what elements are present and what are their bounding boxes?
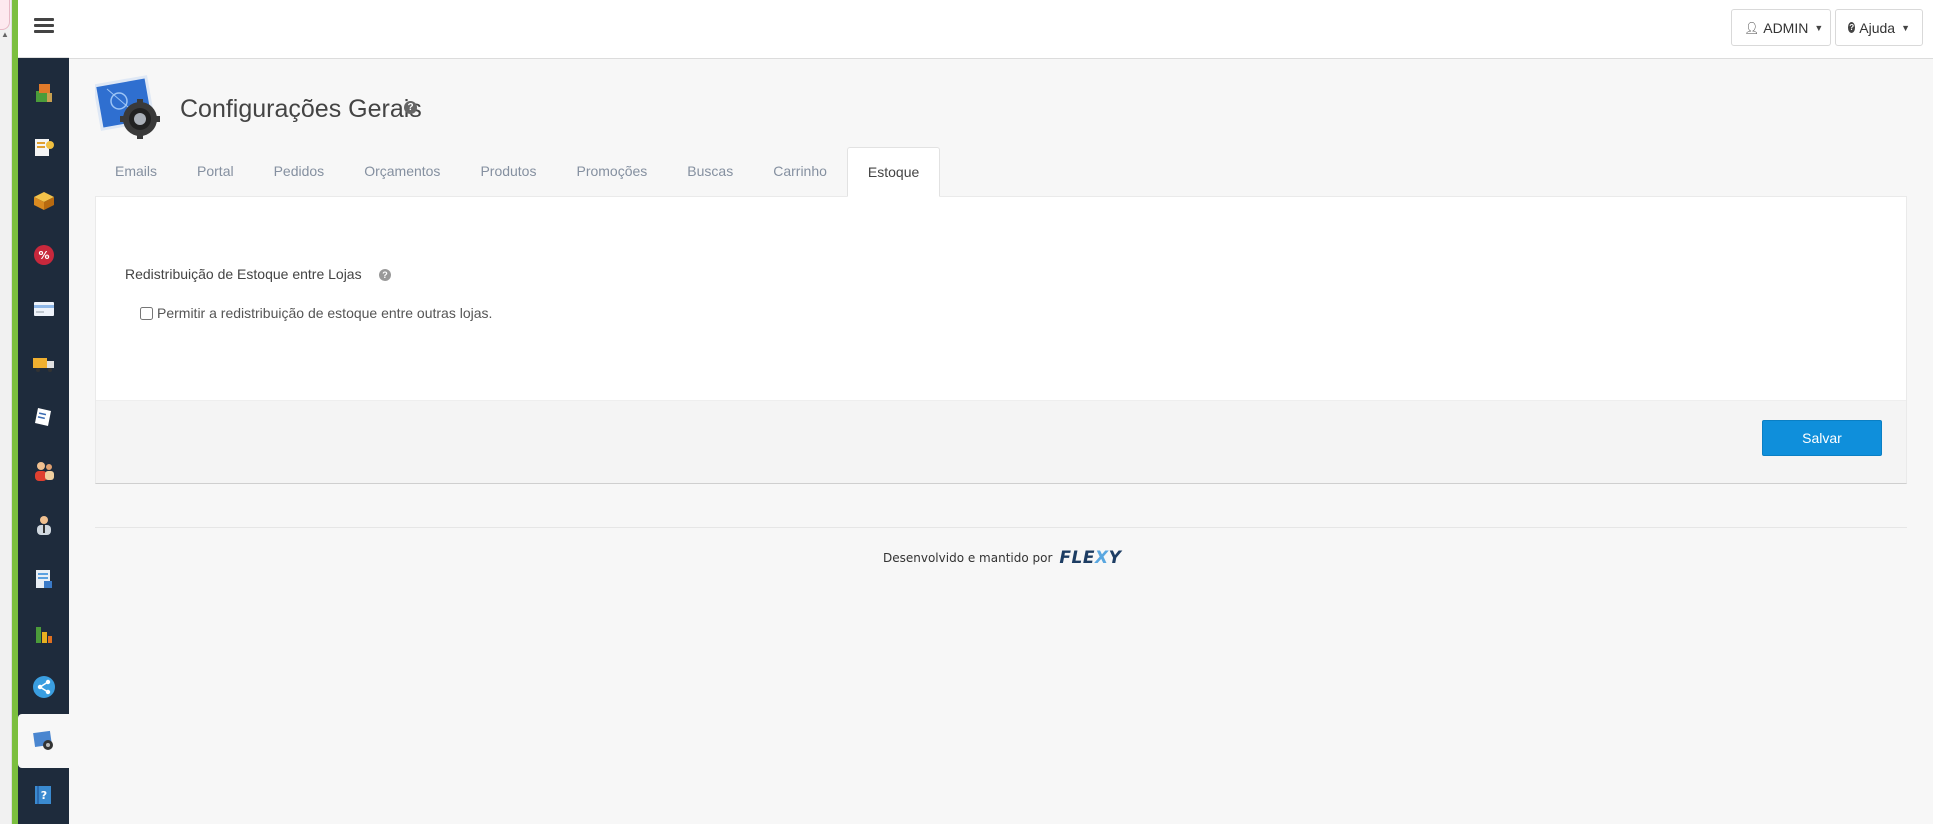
hamburger-line (34, 24, 54, 27)
question-circle-icon: ? (1848, 22, 1856, 33)
flexy-logo-end: Y (1108, 548, 1122, 568)
hamburger-line (34, 30, 54, 33)
footer-divider (95, 527, 1907, 528)
tab-estoque[interactable]: Estoque (846, 147, 941, 197)
truck-icon (32, 358, 54, 372)
save-button[interactable]: Salvar (1762, 420, 1882, 456)
sidebar-item-documents[interactable] (18, 390, 69, 444)
share-icon (32, 676, 55, 698)
user-icon (36, 516, 51, 535)
panel-footer: Salvar (96, 400, 1906, 483)
page-help-icon[interactable]: ? (404, 101, 417, 114)
tab-carrinho[interactable]: Carrinho (753, 147, 847, 195)
tab-portal[interactable]: Portal (177, 147, 254, 195)
svg-text:%: % (38, 249, 49, 262)
tab-produtos[interactable]: Produtos (460, 147, 556, 195)
tab-pedidos[interactable]: Pedidos (254, 147, 345, 195)
help-menu-button[interactable]: ? Ajuda ▼ (1835, 9, 1923, 46)
boxes-icon (35, 84, 52, 102)
sidebar-item-payments[interactable] (18, 282, 69, 336)
tab-buscas[interactable]: Buscas (667, 147, 753, 195)
catalog-icon (34, 139, 54, 156)
footer: Desenvolvido e mantido por FLEXY (883, 548, 1121, 568)
field-help-icon[interactable]: ? (379, 269, 391, 281)
redistribution-checkbox[interactable] (140, 306, 153, 320)
tab-promocoes[interactable]: Promoções (556, 147, 667, 195)
sidebar-item-statistics[interactable] (18, 606, 69, 660)
flexy-logo[interactable]: FLEXY (1059, 548, 1121, 568)
sidebar-item-integrations[interactable] (18, 660, 69, 714)
window-edge: ▲ (0, 0, 12, 824)
settings-panel: Redistribuição de Estoque entre Lojas ? … (95, 196, 1907, 484)
caret-down-icon: ▼ (1901, 22, 1910, 33)
sidebar-item-help[interactable]: ? (18, 768, 69, 822)
sidebar-item-reports[interactable] (18, 552, 69, 606)
sidebar-item-settings[interactable] (18, 714, 70, 768)
panel-body: Redistribuição de Estoque entre Lojas ? … (96, 197, 1906, 400)
svg-text:?: ? (40, 789, 46, 802)
sidebar-menu: % ? (18, 66, 70, 822)
window-edge-tab (0, 0, 10, 30)
flexy-logo-x: X (1094, 548, 1109, 568)
sidebar-item-sellers[interactable] (18, 498, 69, 552)
hamburger-menu-icon[interactable] (34, 16, 54, 36)
settings-icon (33, 730, 53, 750)
sidebar: % ? (18, 0, 70, 824)
settings-tabs: Emails Portal Pedidos Orçamentos Produto… (95, 147, 1908, 197)
card-icon (33, 302, 54, 316)
caret-down-icon: ▼ (1814, 22, 1824, 33)
main-content: Configurações Gerais ? Emails Portal Ped… (95, 59, 1908, 484)
redistribution-checkbox-row[interactable]: Permitir a redistribuição de estoque ent… (140, 305, 492, 321)
bar-chart-icon (35, 627, 52, 643)
settings-logo-icon (95, 75, 160, 139)
help-menu-label: Ajuda (1859, 19, 1896, 36)
flexy-logo-start: FLE (1059, 548, 1095, 568)
percent-icon: % (33, 245, 54, 265)
footer-credit: Desenvolvido e mantido por (883, 551, 1053, 565)
hamburger-line (34, 18, 54, 21)
report-icon (35, 570, 52, 588)
help-book-icon: ? (34, 786, 51, 804)
sidebar-item-promotions[interactable]: % (18, 228, 69, 282)
sidebar-item-catalog[interactable] (18, 120, 69, 174)
user-menu-button[interactable]: 👤︎ ADMIN ▼ (1731, 9, 1831, 46)
page-header: Configurações Gerais ? (95, 59, 1908, 147)
stock-redistribution-label: Redistribuição de Estoque entre Lojas (125, 266, 362, 282)
user-menu-label: ADMIN (1763, 19, 1809, 36)
sidebar-item-customers[interactable] (18, 444, 69, 498)
document-icon (34, 408, 51, 426)
sidebar-top (18, 0, 69, 58)
tab-emails[interactable]: Emails (95, 147, 177, 195)
users-icon (34, 462, 54, 481)
sidebar-item-products[interactable] (18, 66, 69, 120)
user-icon: 👤︎ (1744, 20, 1760, 35)
box-icon (33, 192, 54, 210)
scroll-up-arrow-icon[interactable]: ▲ (1, 30, 9, 39)
sidebar-item-shipping[interactable] (18, 336, 69, 390)
page-title: Configurações Gerais (180, 95, 422, 123)
redistribution-checkbox-label: Permitir a redistribuição de estoque ent… (157, 305, 493, 321)
tab-orcamentos[interactable]: Orçamentos (344, 147, 460, 195)
topbar: 👤︎ ADMIN ▼ ? Ajuda ▼ (69, 0, 1933, 59)
sidebar-item-orders[interactable] (18, 174, 69, 228)
